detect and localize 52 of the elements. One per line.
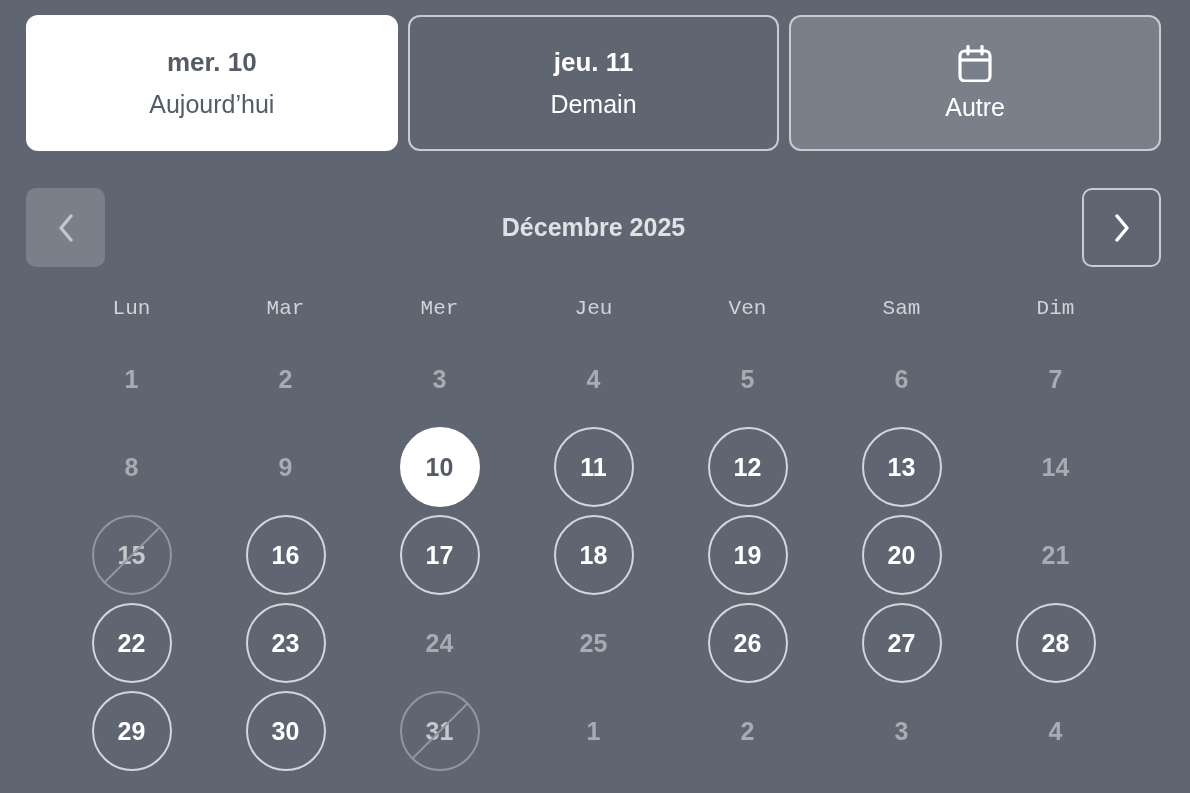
day-number: 3 [894,716,909,746]
day-button[interactable]: 23 [245,603,326,683]
day-number: 5 [740,364,755,394]
blocked-day: 15 [91,515,172,595]
month-title: Décembre 2025 [501,213,686,242]
slash-icon [411,703,468,759]
slash-icon [103,527,160,583]
day-button[interactable]: 16 [245,515,326,595]
day-number: 8 [124,452,139,482]
day-number: 4 [586,364,601,394]
weekday-label: Dim [1036,296,1075,320]
weekday-label: Jeu [574,296,613,320]
day-number: 25 [579,628,608,658]
day-button[interactable]: 18 [553,515,634,595]
day-number: 9 [278,452,293,482]
day-number: 7 [1048,364,1063,394]
day-button[interactable]: 10 [399,427,480,507]
day-button[interactable]: 27 [861,603,942,683]
next-month-button[interactable] [1082,188,1161,267]
day-button[interactable]: 28 [1015,603,1096,683]
weekday-label: Mar [266,296,305,320]
weekday-label: Sam [882,296,921,320]
date-tab[interactable]: mer. 10 Aujourd’hui [26,15,398,151]
day-number: 21 [1041,540,1070,570]
day-button[interactable]: 17 [399,515,480,595]
day-button[interactable]: 11 [553,427,634,507]
day-button[interactable]: 29 [91,691,172,771]
chevron-right-icon [1113,213,1130,242]
day-button[interactable]: 20 [861,515,942,595]
day-button[interactable]: 26 [707,603,788,683]
weekday-label: Mer [420,296,459,320]
date-tab[interactable]: jeu. 11 Demain [407,15,780,151]
day-number: 2 [278,364,293,394]
date-tab[interactable]: Autre [789,15,1161,151]
day-button[interactable]: 30 [245,691,326,771]
day-number: 3 [432,364,447,394]
day-number: 4 [1048,716,1063,746]
blocked-day: 31 [399,691,480,771]
day-button[interactable]: 12 [707,427,788,507]
calendar-icon [958,44,993,82]
day-number: 6 [894,364,909,394]
weekday-label: Lun [112,296,151,320]
day-number: 1 [124,364,139,394]
chevron-left-icon [57,213,74,242]
day-number: 14 [1041,452,1070,482]
day-button[interactable]: 13 [861,427,942,507]
day-button[interactable]: 22 [91,603,172,683]
weekday-label: Ven [728,296,767,320]
day-button[interactable]: 19 [707,515,788,595]
day-number: 2 [740,716,755,746]
day-number: 24 [425,628,454,658]
day-number: 1 [586,716,601,746]
